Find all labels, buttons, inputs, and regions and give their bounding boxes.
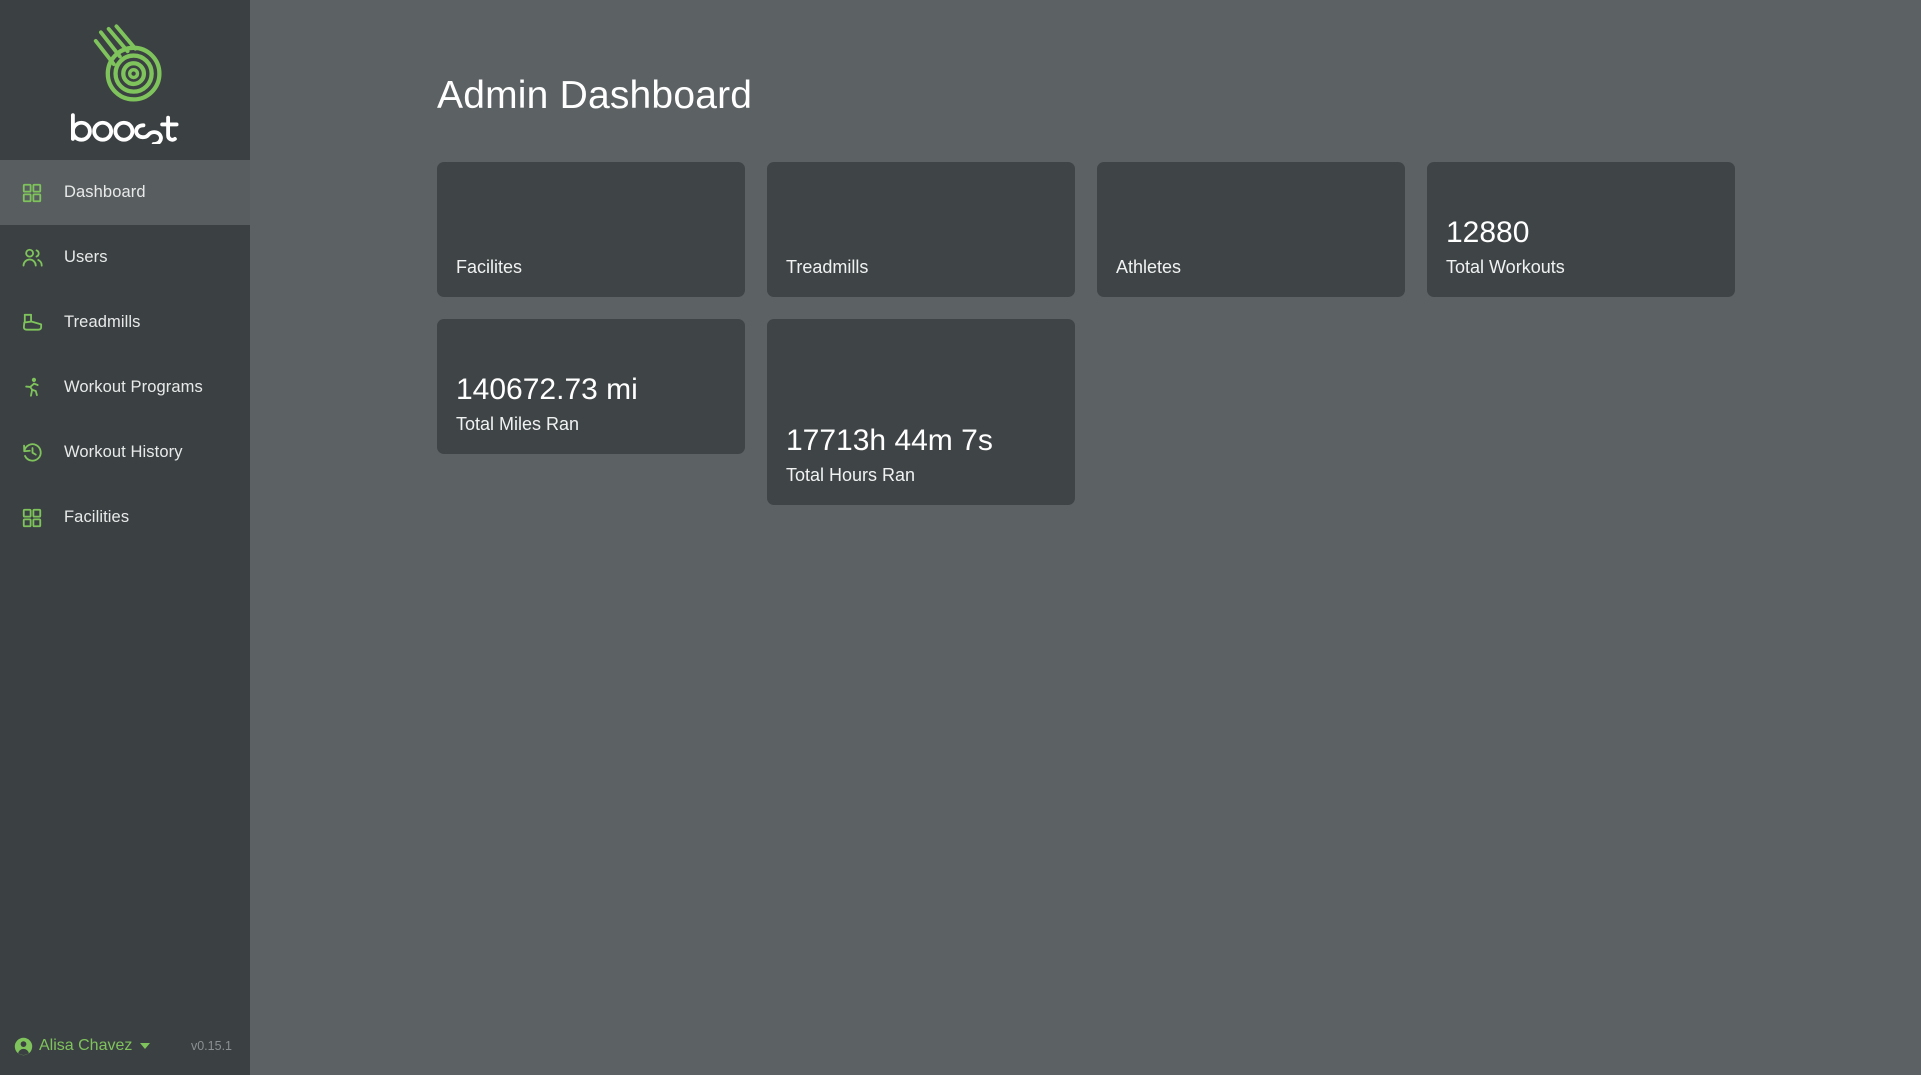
- stat-value: 140672.73 mi: [456, 373, 638, 407]
- app-root: Dashboard Users Treadmills Workout Progr…: [0, 0, 1921, 1075]
- app-version-label: v0.15.1: [190, 1039, 232, 1053]
- sidebar-item-treadmills[interactable]: Treadmills: [0, 290, 250, 355]
- sidebar-item-label: Workout Programs: [64, 378, 203, 396]
- boost-spiral-logo-icon: [93, 24, 162, 102]
- stat-card-grid: Facilites Treadmills Athletes 12880 Tota…: [437, 162, 1757, 505]
- stat-card-athletes: Athletes: [1097, 162, 1405, 297]
- sidebar-item-label: Dashboard: [64, 183, 146, 201]
- stat-value: 17713h 44m 7s: [786, 424, 993, 458]
- stat-label: Facilites: [456, 256, 523, 277]
- stat-label: Total Workouts: [1446, 256, 1565, 277]
- stat-label: Total Hours Ran: [786, 464, 916, 485]
- stat-card-total-hours-ran: 17713h 44m 7s Total Hours Ran: [767, 319, 1075, 505]
- stat-card-facilites: Facilites: [437, 162, 745, 297]
- treadmill-icon: [17, 308, 47, 338]
- main-content: Admin Dashboard Facilites Treadmills Ath…: [250, 0, 1921, 1075]
- user-circle-icon: [14, 1037, 33, 1055]
- boost-wordmark: [71, 113, 179, 144]
- sidebar-item-facilities[interactable]: Facilities: [0, 485, 250, 550]
- stat-label: Treadmills: [786, 256, 869, 277]
- sidebar-item-label: Treadmills: [64, 313, 141, 331]
- page-title: Admin Dashboard: [437, 74, 753, 117]
- sidebar: Dashboard Users Treadmills Workout Progr…: [0, 0, 250, 1075]
- sidebar-item-workout-programs[interactable]: Workout Programs: [0, 355, 250, 420]
- grid-icon: [17, 178, 47, 208]
- running-person-icon: [17, 373, 47, 403]
- sidebar-item-label: Workout History: [64, 443, 183, 461]
- stat-label: Total Miles Ran: [456, 413, 580, 434]
- stat-label: Athletes: [1116, 256, 1182, 277]
- stat-value: 12880: [1446, 216, 1530, 250]
- sidebar-item-label: Users: [64, 248, 108, 266]
- sidebar-item-dashboard[interactable]: Dashboard: [0, 160, 250, 225]
- sidebar-item-workout-history[interactable]: Workout History: [0, 420, 250, 485]
- stat-card-total-workouts: 12880 Total Workouts: [1427, 162, 1735, 297]
- sidebar-item-label: Facilities: [64, 508, 130, 526]
- users-icon: [17, 243, 47, 273]
- brand-logo[interactable]: [0, 0, 250, 160]
- caret-down-icon: [140, 1043, 151, 1049]
- sidebar-footer: Alisa Chavez v0.15.1: [0, 1017, 250, 1075]
- stat-card-treadmills: Treadmills: [767, 162, 1075, 297]
- user-menu-button[interactable]: Alisa Chavez: [14, 1037, 151, 1056]
- stat-card-total-miles-ran: 140672.73 mi Total Miles Ran: [437, 319, 745, 454]
- sidebar-item-users[interactable]: Users: [0, 225, 250, 290]
- clock-rewind-icon: [17, 438, 47, 468]
- sidebar-nav: Dashboard Users Treadmills Workout Progr…: [0, 160, 250, 550]
- grid-icon: [17, 503, 47, 533]
- user-name-label: Alisa Chavez: [39, 1037, 133, 1054]
